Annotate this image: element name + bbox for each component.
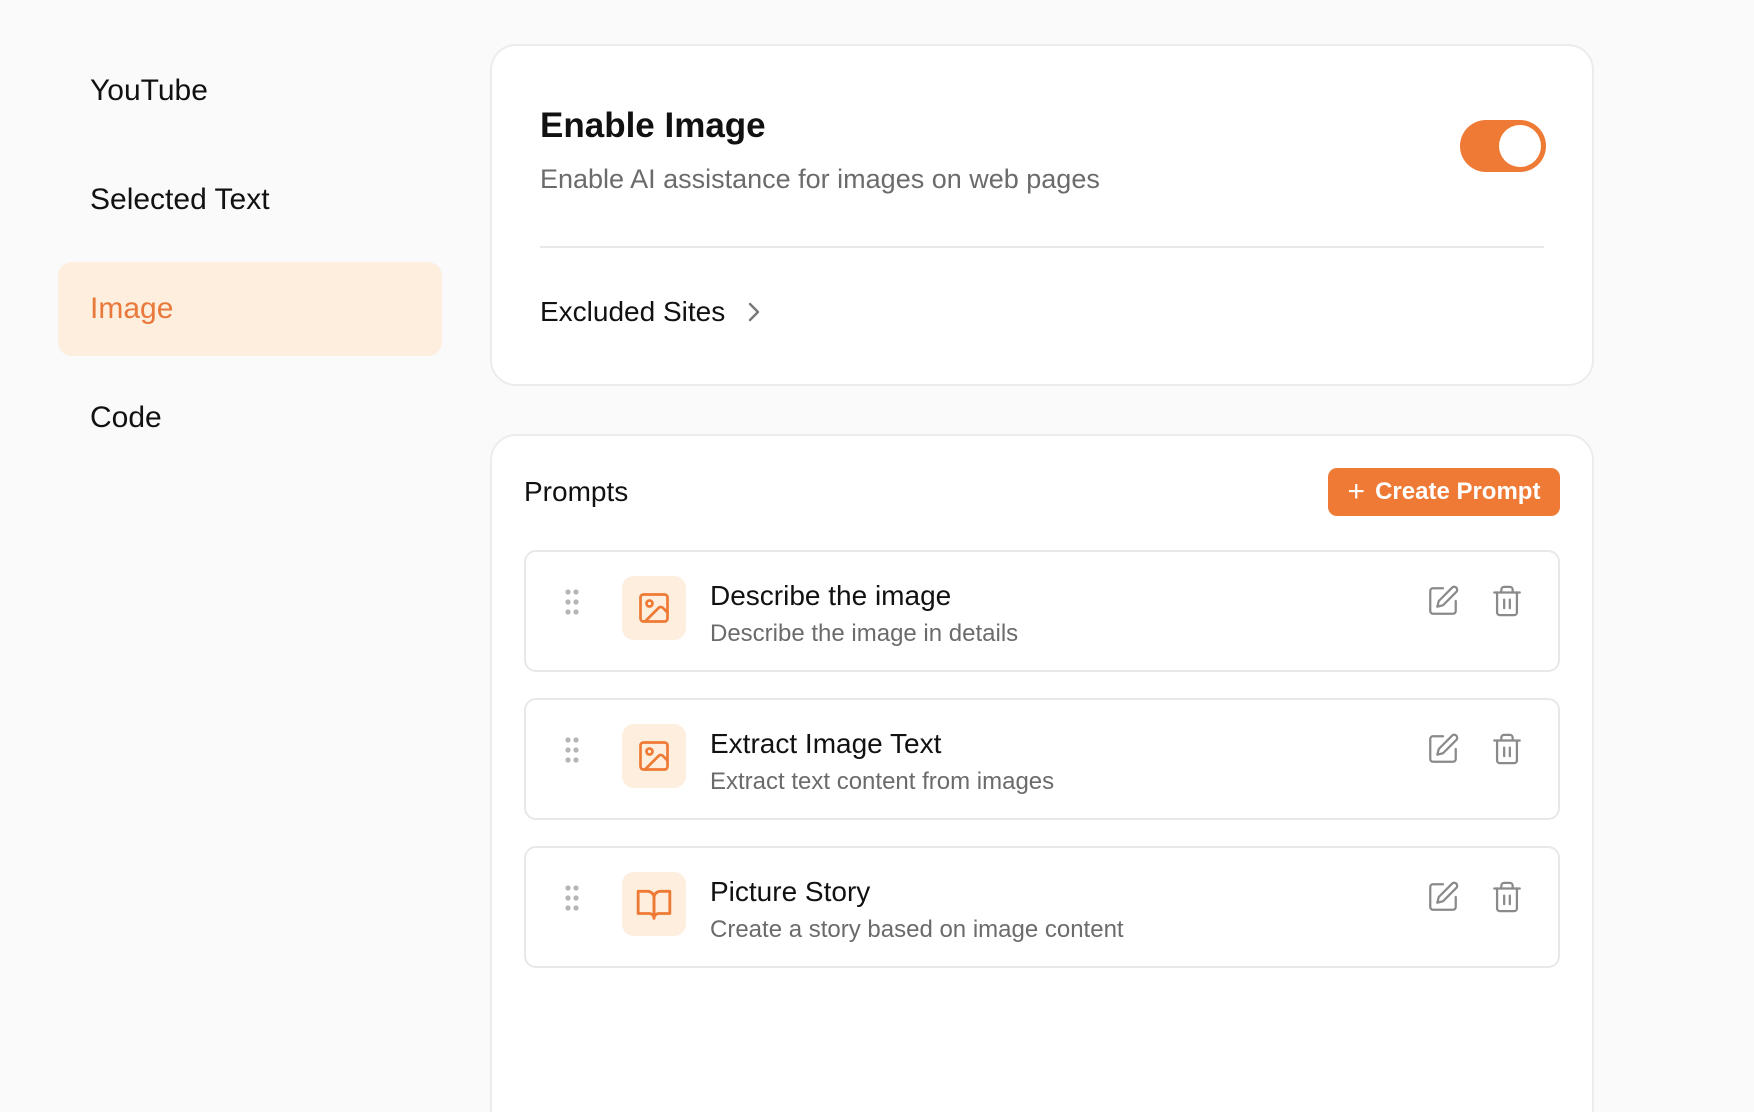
sidebar-item-youtube[interactable]: YouTube [58, 44, 442, 138]
prompt-title: Picture Story [710, 876, 871, 907]
toggle-knob [1499, 125, 1541, 167]
edit-icon[interactable] [1426, 584, 1460, 618]
drag-handle-icon[interactable] [564, 884, 580, 917]
edit-icon[interactable] [1426, 880, 1460, 914]
image-icon [622, 724, 686, 788]
enable-image-title: Enable Image [540, 106, 766, 145]
plus-icon: + [1347, 475, 1366, 508]
trash-icon[interactable] [1490, 584, 1524, 618]
create-prompt-button[interactable]: + Create Prompt [1328, 468, 1560, 516]
prompt-description: Extract text content from images [710, 768, 1055, 795]
prompt-description: Describe the image in details [710, 620, 1019, 647]
book-open-icon [622, 872, 686, 936]
prompt-title: Describe the image [710, 580, 952, 611]
divider [540, 246, 1544, 248]
image-icon [622, 576, 686, 640]
prompt-title: Extract Image Text [710, 728, 942, 759]
trash-icon[interactable] [1490, 732, 1524, 766]
trash-icon[interactable] [1490, 880, 1524, 914]
prompt-item[interactable]: Picture Story Create a story based on im… [524, 846, 1560, 968]
create-prompt-label: Create Prompt [1375, 478, 1541, 505]
prompt-item[interactable]: Describe the image Describe the image in… [524, 550, 1560, 672]
enable-image-description: Enable AI assistance for images on web p… [540, 164, 1100, 194]
sidebar-item-code[interactable]: Code [58, 371, 442, 465]
enable-image-toggle[interactable] [1460, 120, 1546, 172]
enable-image-card: Enable Image Enable AI assistance for im… [490, 44, 1594, 386]
sidebar: YouTube Selected Text Image Code [58, 44, 442, 480]
prompts-title: Prompts [524, 476, 629, 507]
sidebar-item-selected-text[interactable]: Selected Text [58, 153, 442, 247]
excluded-sites-link[interactable]: Excluded Sites [540, 296, 761, 328]
prompt-description: Create a story based on image content [710, 916, 1124, 943]
edit-icon[interactable] [1426, 732, 1460, 766]
prompt-item[interactable]: Extract Image Text Extract text content … [524, 698, 1560, 820]
prompts-card: Prompts + Create Prompt Describe the ima… [490, 434, 1594, 1112]
excluded-sites-label: Excluded Sites [540, 296, 726, 327]
sidebar-item-image[interactable]: Image [58, 262, 442, 356]
chevron-right-icon [747, 301, 761, 323]
drag-handle-icon[interactable] [564, 736, 580, 769]
drag-handle-icon[interactable] [564, 588, 580, 621]
